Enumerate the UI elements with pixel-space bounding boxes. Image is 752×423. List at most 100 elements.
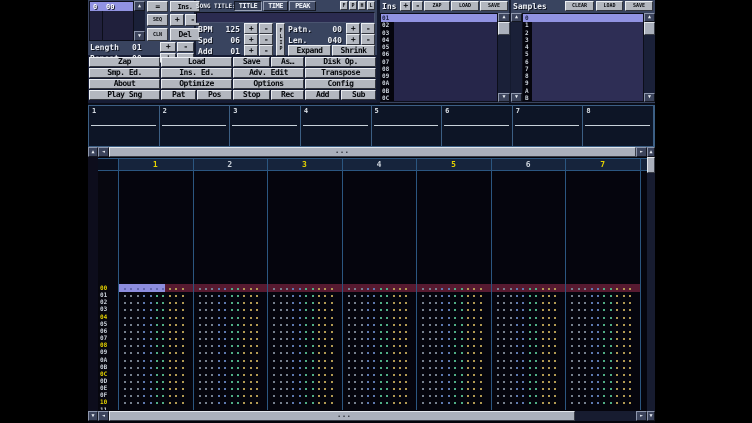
scroll-up-icon[interactable]: ▲ [134,1,145,11]
instrument-minus-button[interactable]: - [412,1,423,11]
instrument-save-button[interactable]: SAVE [480,1,508,11]
menu-button-smp-ed[interactable]: Smp. Ed. [89,68,160,78]
pattern-vscroll-left-down-button[interactable]: ▼ [88,411,98,421]
pattern-hscroll-top-left-button[interactable]: ◄ [98,147,109,157]
instrument-row-06[interactable]: 06 [381,50,497,58]
instrument-load-button[interactable]: LOAD [451,1,479,11]
add-plus-button[interactable]: + [244,45,258,56]
scroll-up-icon[interactable]: ▲ [644,13,655,22]
sample-clear-button[interactable]: CLEAR [565,1,594,11]
menu-button-add[interactable]: Add [305,90,340,100]
menu-button-pos[interactable]: Pos [197,90,232,100]
sample-row-5[interactable]: 5 [523,50,643,58]
order-del-button[interactable]: Del [170,28,200,41]
sample-left-scrollbar[interactable]: ▲ ▼ [511,13,522,102]
scroll-up-icon[interactable]: ▲ [498,13,510,22]
sample-right-scrollbar[interactable]: ▲ ▼ [644,13,655,102]
pattern-channel-header-4[interactable]: 4 [342,160,417,169]
scope-channel-1[interactable]: 1 [89,106,160,146]
order-cln-button[interactable]: CLN [147,28,168,41]
instrument-plus-button[interactable]: + [400,1,411,11]
scope-channel-5[interactable]: 5 [372,106,443,146]
menu-button-adv-edit[interactable]: Adv. Edit [233,68,304,78]
scope-channel-8[interactable]: 8 [583,106,654,146]
menu-button-ins-ed[interactable]: Ins. Ed. [161,68,232,78]
scope-channel-6[interactable]: 6 [442,106,513,146]
order-seq-button[interactable]: SEQ [147,14,168,26]
sample-row-1[interactable]: 1 [523,21,643,29]
expand-button[interactable]: Expand [288,45,331,56]
length-minus-button[interactable]: - [177,42,194,52]
scroll-thumb[interactable] [644,22,655,35]
pattern-hscroll-top-right-button[interactable]: ► [636,147,647,157]
pattern-vscroll-right-down-button[interactable]: ▼ [647,411,655,421]
add-minus-button[interactable]: - [259,45,273,56]
title-mini-button-h[interactable]: H [358,1,366,10]
pattern-channel-header-7[interactable]: 7 [565,160,640,169]
menu-button-disk-op[interactable]: Disk Op. [305,57,376,67]
pattern-vscroll-right-track[interactable] [647,157,655,411]
pattern-body[interactable]: 000102030405060708090A0B0C0D0E0F1011 [98,171,647,410]
sample-list[interactable]: 0123456789AB [522,13,644,102]
menu-button-transpose[interactable]: Transpose [305,68,376,78]
sample-row-B[interactable]: B [523,94,643,102]
pattern-hscroll-top-thumb[interactable]: ··· [109,147,636,157]
menu-button-rec[interactable]: Rec [271,90,304,100]
pattern-hscroll-bottom-track[interactable]: ··· [109,411,636,421]
scroll-thumb[interactable] [498,22,510,35]
patn-minus-button[interactable]: - [361,23,375,34]
instrument-zap-button[interactable]: ZAP [424,1,450,11]
menu-button-sub[interactable]: Sub [341,90,376,100]
spd-minus-button[interactable]: - [259,34,273,45]
pattern-channel-header-6[interactable]: 6 [491,160,566,169]
instrument-row-0C[interactable]: 0C [381,94,497,102]
scroll-up-icon[interactable]: ▲ [511,13,522,22]
bpm-plus-button[interactable]: + [244,23,258,34]
title-mini-button-p[interactable]: P [349,1,357,10]
sample-row-9[interactable]: 9 [523,79,643,87]
scope-channel-2[interactable]: 2 [160,106,231,146]
bpm-minus-button[interactable]: - [259,23,273,34]
tab-time[interactable]: TIME [263,1,288,11]
length-plus-button[interactable]: + [160,42,176,52]
pattern-hscroll-top-track[interactable]: ··· [109,147,636,157]
scroll-down-icon[interactable]: ▼ [644,93,655,102]
pattern-channel-header-2[interactable]: 2 [193,160,268,169]
order-scrollbar[interactable]: ▲ ▼ [134,1,145,41]
menu-button-load[interactable]: Load [161,57,232,67]
song-title-input[interactable] [196,12,375,23]
len-plus-button[interactable]: + [346,34,360,45]
instrument-row-02[interactable]: 02 [381,21,497,29]
menu-button-zap[interactable]: Zap [89,57,160,67]
sample-save-button[interactable]: SAVE [625,1,653,11]
scroll-down-icon[interactable]: ▼ [511,93,522,102]
scroll-down-icon[interactable]: ▼ [498,93,510,102]
scroll-down-icon[interactable]: ▼ [134,31,145,41]
tab-peak[interactable]: PEAK [289,1,316,11]
pattern-vscroll-right-up-button[interactable]: ▲ [647,147,655,157]
pattern-vscroll-left-up-button[interactable]: ▲ [88,147,98,157]
order-list-entry[interactable]: 0 00 [90,2,133,11]
menu-button-about[interactable]: About [89,79,160,89]
pattern-channel-header-1[interactable]: 1 [118,160,193,169]
title-mini-button-f[interactable]: F [340,1,348,10]
scope-channel-7[interactable]: 7 [513,106,584,146]
pattern-vscroll-left-track[interactable] [88,157,98,411]
scope-channel-3[interactable]: 3 [230,106,301,146]
order-eq-button[interactable]: = [147,1,168,12]
tab-title[interactable]: TITLE [234,1,262,11]
menu-button-save[interactable]: Save [233,57,270,67]
order-plus-button[interactable]: + [170,14,184,26]
menu-button-options[interactable]: Options [233,79,304,89]
menu-button-play-sng[interactable]: Play Sng [89,90,160,100]
shrink-button[interactable]: Shrink [332,45,375,56]
pattern-hscroll-bottom-right-button[interactable]: ► [636,411,647,421]
menu-button-config[interactable]: Config [305,79,376,89]
spd-plus-button[interactable]: + [244,34,258,45]
flip-button[interactable]: FLIP [276,23,285,56]
menu-button-stop[interactable]: Stop [233,90,270,100]
instrument-row-0A[interactable]: 0A [381,79,497,87]
pattern-hscroll-bottom-left-button[interactable]: ◄ [98,411,109,421]
instrument-list[interactable]: 0102030405060708090A0B0C [380,13,498,102]
order-list[interactable]: 0 00 [89,1,134,41]
